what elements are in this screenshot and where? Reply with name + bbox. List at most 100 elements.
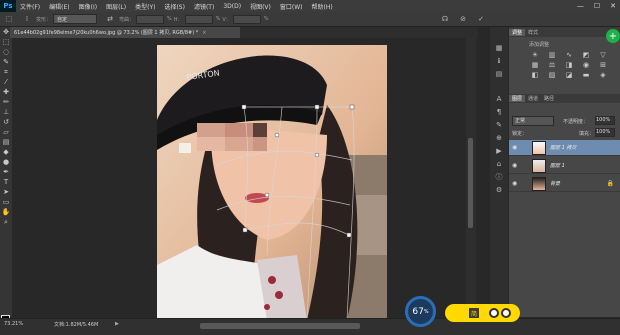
tab-styles[interactable]: 样式 — [525, 29, 541, 36]
menu-select[interactable]: 选择(S) — [164, 2, 185, 11]
character-panel-icon[interactable]: A — [490, 92, 508, 105]
menu-edit[interactable]: 编辑(E) — [49, 2, 69, 11]
swatches-panel-icon[interactable]: ▤ — [490, 67, 508, 80]
menu-layer[interactable]: 图层(L) — [106, 2, 126, 11]
exposure-icon[interactable]: ◩ — [580, 51, 592, 59]
posterize-icon[interactable]: ▨ — [546, 71, 558, 79]
menu-3d[interactable]: 3D(D) — [223, 3, 241, 10]
h-distortion-field[interactable] — [184, 14, 213, 24]
black-white-icon[interactable]: ◨ — [563, 61, 575, 69]
info-panel-icon[interactable]: ⓘ — [490, 170, 508, 183]
v-distortion-field[interactable] — [232, 14, 261, 24]
fill-field[interactable]: 100% — [595, 128, 615, 137]
minimize-button[interactable]: — — [577, 2, 584, 10]
visibility-eye-icon[interactable]: ◉ — [512, 162, 520, 169]
yellow-toolbar-pill[interactable]: 简 — [445, 304, 520, 322]
levels-icon[interactable]: ▥ — [546, 51, 558, 59]
document-tab[interactable]: 61e44b02g91fe98elme7j20ku0h6wo.jpg @ 73.… — [10, 27, 240, 38]
language-toggle[interactable]: 简 — [469, 308, 479, 318]
layer-name[interactable]: 图层 1 拷贝 — [550, 144, 576, 151]
threshold-icon[interactable]: ◪ — [563, 71, 575, 79]
maximize-button[interactable]: ☐ — [594, 2, 600, 10]
menu-type[interactable]: 类型(Y) — [135, 2, 155, 11]
visibility-eye-icon[interactable]: ◉ — [512, 144, 520, 151]
menu-image[interactable]: 图像(I) — [79, 2, 97, 11]
pen-tool-icon[interactable]: ✒ — [0, 167, 12, 177]
tool-presets-panel-icon[interactable]: ⚙ — [490, 183, 508, 196]
layer-name[interactable]: 背景 — [550, 180, 560, 187]
warp-handle[interactable] — [264, 192, 270, 198]
warp-handle[interactable] — [346, 232, 352, 238]
warp-handle[interactable] — [242, 227, 248, 233]
properties-panel-icon[interactable]: ℹ — [490, 54, 508, 67]
warp-handle[interactable] — [314, 152, 320, 158]
performance-meter[interactable]: 67% — [405, 296, 436, 327]
add-green-button[interactable]: + — [606, 29, 620, 43]
canvas-photo[interactable]: PORTON — [157, 45, 387, 320]
floating-performance-widget[interactable]: 67% 简 — [405, 296, 520, 328]
brush-tool-icon[interactable]: ✏ — [0, 97, 12, 107]
actions-panel-icon[interactable]: ▶ — [490, 144, 508, 157]
document-size[interactable]: 文档:1.82M/5.46M — [54, 321, 98, 328]
blur-tool-icon[interactable]: ◆ — [0, 147, 12, 157]
zoom-tool-icon[interactable]: ⌕ — [0, 217, 12, 227]
warp-mode-select[interactable]: 自定 — [53, 14, 98, 24]
history-brush-tool-icon[interactable]: ↺ — [0, 117, 12, 127]
commit-transform-icon[interactable]: ✓ — [475, 14, 487, 24]
menu-help[interactable]: 帮助(H) — [312, 2, 333, 11]
paragraph-panel-icon[interactable]: ¶ — [490, 105, 508, 118]
layer-row-1-copy[interactable]: ◉ 图层 1 拷贝 — [509, 140, 620, 156]
clone-source-panel-icon[interactable]: ⊕ — [490, 131, 508, 144]
path-select-tool-icon[interactable]: ➤ — [0, 187, 12, 197]
dodge-tool-icon[interactable]: ● — [0, 157, 12, 167]
opacity-field[interactable]: 100% — [595, 116, 615, 125]
visibility-eye-icon[interactable]: ◉ — [512, 180, 520, 187]
warp-switch-icon[interactable]: ☊ — [439, 14, 451, 24]
shape-tool-icon[interactable]: ▭ — [0, 197, 12, 207]
reference-grid-icon[interactable]: ⁞ — [21, 14, 33, 24]
photo-filter-icon[interactable]: ◉ — [580, 61, 592, 69]
menu-window[interactable]: 窗口(W) — [280, 2, 303, 11]
selective-color-icon[interactable]: ◈ — [597, 71, 609, 79]
status-arrow-icon[interactable]: ▶ — [115, 321, 119, 327]
tab-paths[interactable]: 路径 — [541, 95, 557, 102]
warp-handle[interactable] — [241, 104, 247, 110]
orientation-icon[interactable]: ⇄ — [104, 14, 116, 24]
eyedropper-tool-icon[interactable]: ⁄ — [0, 77, 12, 87]
brush-panel-icon[interactable]: ✎ — [490, 118, 508, 131]
tab-close-icon[interactable]: × — [202, 30, 206, 36]
eraser-tool-icon[interactable]: ▱ — [0, 127, 12, 137]
tab-layers[interactable]: 图层 — [509, 95, 526, 102]
quick-select-tool-icon[interactable]: ✎ — [0, 57, 12, 67]
zoom-level[interactable]: 73.21% — [4, 321, 23, 327]
lasso-tool-icon[interactable]: ◌ — [0, 47, 12, 57]
stamp-tool-icon[interactable]: ⊥ — [0, 107, 12, 117]
color-balance-icon[interactable]: ⚖ — [546, 61, 558, 69]
blend-mode-select[interactable]: 正常 — [512, 116, 554, 126]
crop-tool-icon[interactable]: ⌗ — [0, 67, 12, 77]
curves-icon[interactable]: ∿ — [563, 51, 575, 59]
hand-tool-icon[interactable]: ✋ — [0, 207, 12, 217]
menu-view[interactable]: 视图(V) — [250, 2, 271, 11]
type-tool-icon[interactable]: T — [0, 177, 12, 187]
canvas-vertical-scrollbar[interactable] — [466, 38, 476, 318]
gradient-map-icon[interactable]: ▬ — [580, 71, 592, 79]
marquee-tool-icon[interactable]: ⬚ — [0, 37, 12, 47]
horizontal-scrollbar[interactable] — [200, 323, 360, 329]
tab-channels[interactable]: 通道 — [525, 95, 541, 102]
layer-name[interactable]: 图层 1 — [550, 162, 565, 169]
warp-handle[interactable] — [314, 104, 320, 110]
tab-adjustments[interactable]: 调整 — [509, 28, 526, 36]
gradient-tool-icon[interactable]: ▤ — [0, 137, 12, 147]
channel-mixer-icon[interactable]: ⊞ — [597, 61, 609, 69]
hue-saturation-icon[interactable]: ▦ — [529, 61, 541, 69]
close-button[interactable]: ✕ — [610, 2, 616, 10]
menu-filter[interactable]: 滤镜(T) — [194, 2, 214, 11]
cancel-transform-icon[interactable]: ⊘ — [457, 14, 469, 24]
bend-field[interactable] — [136, 14, 165, 24]
warp-handle[interactable] — [274, 132, 280, 138]
vibrance-icon[interactable]: ▽ — [597, 51, 609, 59]
warp-tool-icon[interactable]: ⬚ — [3, 14, 15, 24]
warp-handle[interactable] — [349, 104, 355, 110]
layer-row-1[interactable]: ◉ 图层 1 — [509, 158, 620, 174]
